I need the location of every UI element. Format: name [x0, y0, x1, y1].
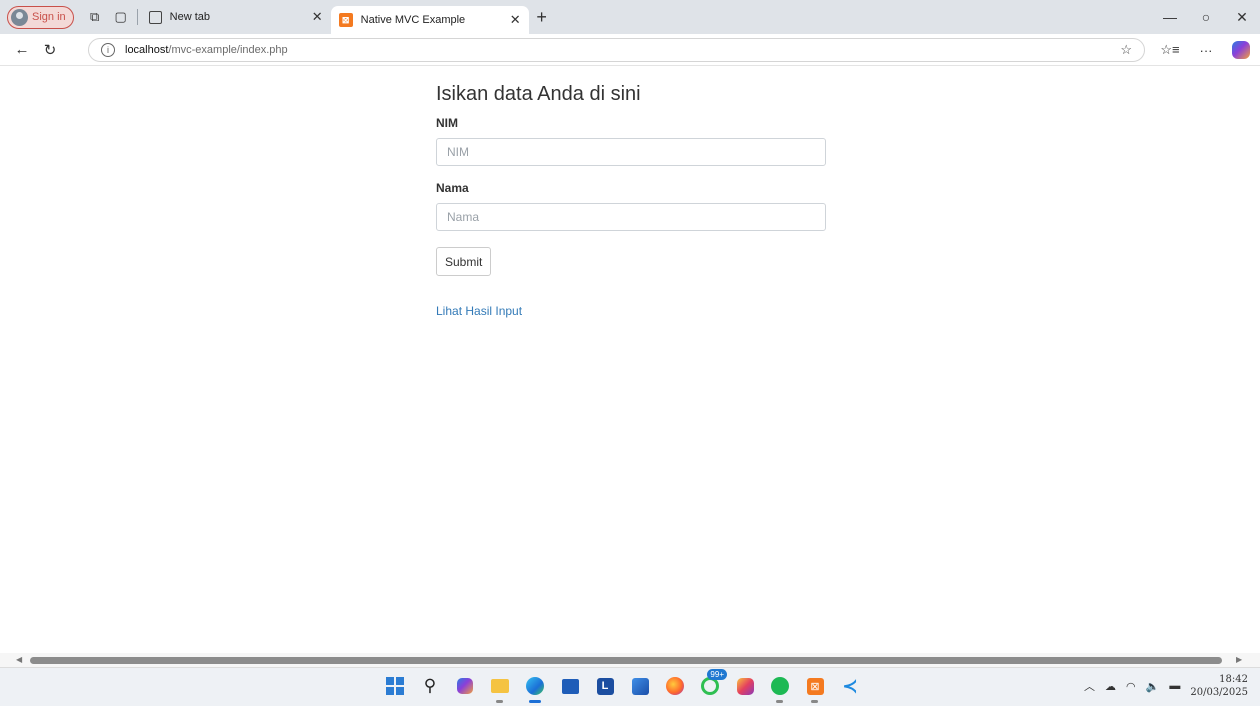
nama-label: Nama	[436, 181, 469, 195]
favorite-star-icon[interactable]: ☆	[1120, 42, 1132, 58]
favorites-icon[interactable]: ☆≡	[1152, 42, 1188, 58]
windows-taskbar: ⚲ L 99+ ⊠ ≺ ︿ ☁ ◠ 🔈 ▬ 18:42 20/03/2025	[0, 667, 1260, 706]
form-heading: Isikan data Anda di sini	[436, 83, 641, 105]
submit-row: Submit	[436, 246, 826, 276]
minimize-icon[interactable]: —	[1152, 9, 1188, 26]
edge-icon[interactable]	[524, 674, 546, 703]
firefox-icon[interactable]	[664, 674, 686, 698]
instagram-icon[interactable]	[734, 674, 756, 698]
workspaces-icon[interactable]: ⧉	[82, 4, 108, 30]
sign-in-label: Sign in	[32, 11, 66, 23]
tab-separator	[136, 9, 138, 25]
tab-actions-icon[interactable]: ▢	[108, 4, 134, 30]
back-button[interactable]: ←	[8, 41, 36, 58]
show-hidden-icons-icon[interactable]: ︿	[1084, 678, 1095, 694]
volume-icon[interactable]: 🔈	[1146, 680, 1160, 693]
url-text: localhost/mvc-example/index.php	[125, 44, 288, 56]
copilot-icon[interactable]	[454, 674, 476, 698]
toolbar-right: ☆≡ ···	[1152, 34, 1260, 66]
clock[interactable]: 18:42 20/03/2025	[1190, 673, 1248, 699]
xampp-icon[interactable]: ⊠	[804, 674, 826, 703]
whatsapp-icon[interactable]: 99+	[699, 669, 727, 698]
url-host: localhost	[125, 44, 169, 56]
file-explorer-icon[interactable]	[489, 674, 511, 703]
browser-window: Sign in ⧉ ▢ New tab ✕ ⊠ Native MVC Examp…	[0, 0, 1260, 706]
photos-icon[interactable]	[629, 674, 651, 698]
nim-input[interactable]	[436, 138, 826, 166]
new-tab-button[interactable]: +	[529, 7, 555, 28]
more-menu-icon[interactable]: ···	[1188, 43, 1224, 58]
refresh-button[interactable]: ↻	[36, 41, 64, 59]
wifi-icon[interactable]: ◠	[1126, 680, 1136, 693]
onedrive-icon[interactable]: ☁	[1105, 680, 1116, 693]
notification-badge: 99+	[707, 669, 727, 680]
window-controls: — ○ ✕	[1152, 9, 1260, 26]
scroll-left-icon[interactable]: ◀	[16, 655, 22, 664]
restore-icon[interactable]: ○	[1188, 9, 1224, 26]
xampp-favicon-icon: ⊠	[338, 13, 353, 27]
copilot-icon[interactable]	[1232, 41, 1250, 59]
tab-title: New tab	[169, 11, 210, 23]
close-tab-icon[interactable]: ✕	[312, 9, 323, 25]
close-window-icon[interactable]: ✕	[1224, 9, 1260, 26]
store-icon[interactable]	[559, 674, 581, 698]
address-bar[interactable]: i localhost/mvc-example/index.php ☆	[88, 38, 1145, 62]
tab-title: Native MVC Example	[360, 14, 466, 26]
close-tab-icon[interactable]: ✕	[510, 12, 521, 28]
tab-new-tab[interactable]: New tab ✕	[141, 3, 331, 31]
sign-in-button[interactable]: Sign in	[7, 5, 74, 29]
nim-label: NIM	[436, 116, 458, 130]
page-icon	[148, 10, 162, 24]
page-content: Isikan data Anda di sini NIM Nama Submit…	[0, 67, 1260, 653]
battery-icon[interactable]: ▬	[1169, 680, 1180, 692]
vscode-icon[interactable]: ≺	[839, 674, 861, 698]
clock-date: 20/03/2025	[1190, 687, 1248, 698]
scroll-right-icon[interactable]: ▶	[1236, 655, 1242, 664]
address-toolbar: ← ↻ i localhost/mvc-example/index.php ☆ …	[0, 34, 1260, 66]
view-results-link[interactable]: Lihat Hasil Input	[436, 304, 826, 318]
url-path: /mvc-example/index.php	[168, 44, 288, 56]
clock-time: 18:42	[1219, 674, 1248, 685]
spotify-icon[interactable]	[769, 674, 791, 703]
submit-button[interactable]: Submit	[436, 247, 492, 276]
site-info-icon[interactable]: i	[101, 43, 115, 57]
tab-strip: Sign in ⧉ ▢ New tab ✕ ⊠ Native MVC Examp…	[0, 0, 1260, 34]
search-icon[interactable]: ⚲	[419, 674, 441, 698]
system-tray: ︿ ☁ ◠ 🔈 ▬ 18:42 20/03/2025	[1084, 673, 1248, 699]
horizontal-scrollbar[interactable]: ◀ ▶	[0, 653, 1260, 667]
scrollbar-thumb[interactable]	[30, 657, 1222, 664]
profile-avatar-icon	[11, 8, 28, 26]
data-form: Isikan data Anda di sini NIM Nama Submit…	[436, 83, 826, 318]
nama-input[interactable]	[436, 203, 826, 231]
tab-native-mvc-example[interactable]: ⊠ Native MVC Example ✕	[330, 6, 529, 34]
start-icon[interactable]	[384, 674, 406, 698]
taskbar-apps: ⚲ L 99+ ⊠ ≺	[384, 669, 861, 703]
l-app-icon[interactable]: L	[594, 674, 616, 698]
